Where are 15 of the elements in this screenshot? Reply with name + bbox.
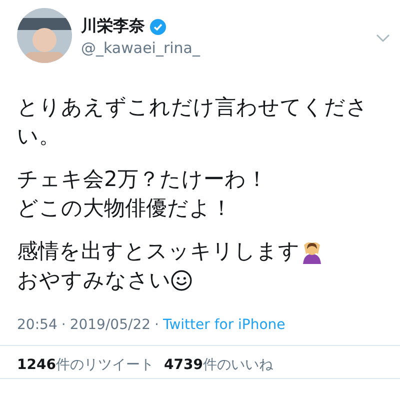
tweet-text: チェキ会2万？たけーわ！ xyxy=(17,166,268,193)
author-name: 川栄李奈 xyxy=(81,16,145,37)
separator-dot: · xyxy=(61,317,66,333)
gesture-emoji-icon xyxy=(300,240,324,264)
tweet-text: おやすみなさい xyxy=(17,267,171,294)
tweet-text: とりあえずこれだけ言わせてください。 xyxy=(17,94,369,150)
smiley-emoji-icon xyxy=(171,270,192,291)
tweet-text: どこの大物俳優だよ！ xyxy=(17,195,233,222)
stat-count[interactable]: 4739件のいいね xyxy=(164,356,273,374)
tweet-date: 2019/05/22 xyxy=(70,317,151,333)
stat-count[interactable]: 1246件のリツイート xyxy=(17,356,154,374)
tweet-time: 20:54 xyxy=(17,317,58,333)
author-handle: @_kawaei_rina_ xyxy=(81,39,202,57)
tweet-text: 感情を出すとスッキリします xyxy=(17,238,300,265)
separator-dot: · xyxy=(154,317,159,333)
